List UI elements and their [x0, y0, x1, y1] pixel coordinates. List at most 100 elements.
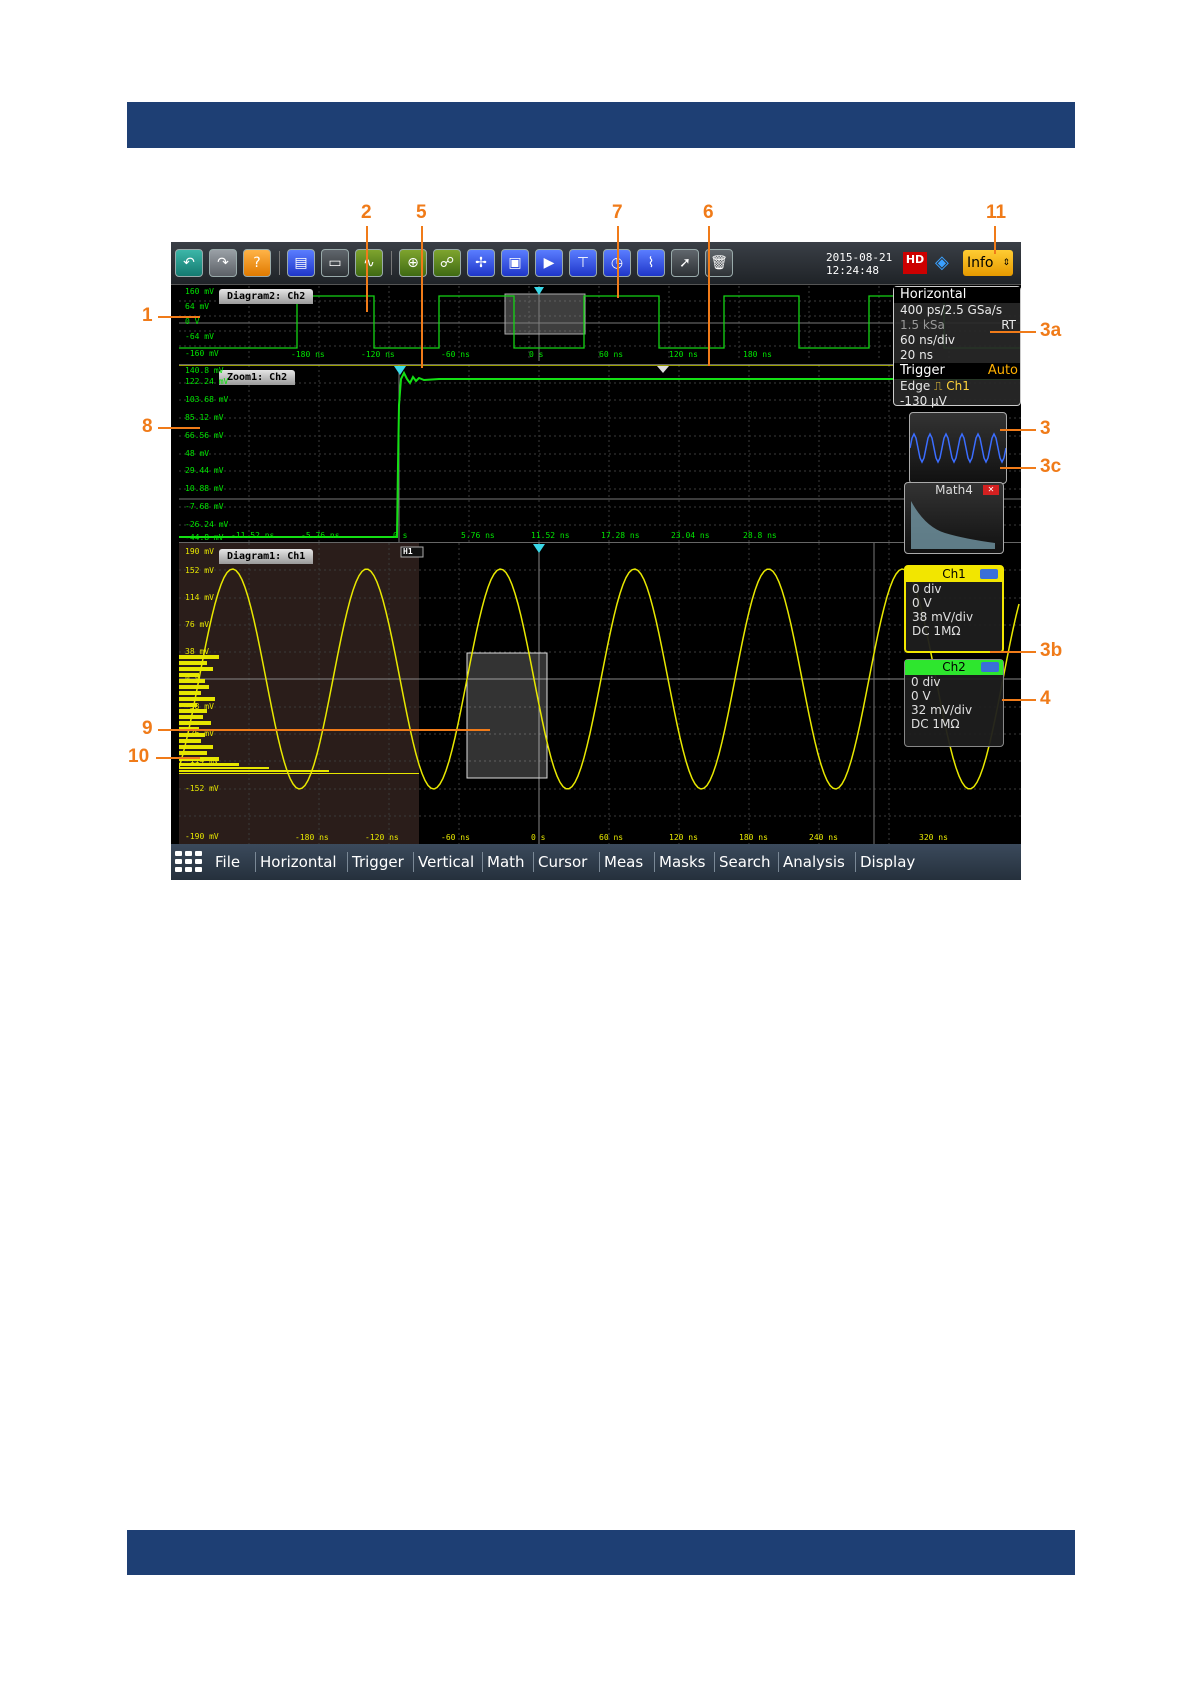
- y-axis-label: 190 mV: [185, 547, 214, 556]
- menu-display[interactable]: Display: [855, 852, 915, 872]
- ch1-signal-icon[interactable]: Ch1 0 div 0 V 38 mV/div DC 1MΩ: [904, 565, 1004, 653]
- diagram1-trigger-marker[interactable]: [533, 544, 545, 553]
- y-axis-label: 103.68 mV: [185, 395, 229, 404]
- ch1-coupling: DC 1MΩ: [912, 624, 961, 638]
- y-axis-label: -26.24 mV: [185, 520, 229, 529]
- measure-icon[interactable]: ⌇: [637, 249, 665, 277]
- callout-1: 1: [142, 305, 153, 326]
- binoculars-icon[interactable]: ☍: [433, 249, 461, 277]
- menu-bar: File Horizontal Trigger Vertical Math Cu…: [171, 844, 1021, 880]
- menu-horizontal[interactable]: Horizontal: [255, 852, 337, 872]
- cursor-icon[interactable]: ⊤: [569, 249, 597, 277]
- menu-math[interactable]: Math: [482, 852, 525, 872]
- y-axis-label: 85.12 mV: [185, 413, 224, 422]
- info-button-label: Info: [967, 255, 994, 271]
- x-axis-label: 11.52 ns: [531, 531, 570, 540]
- position-text: 20 ns: [900, 348, 933, 362]
- menu-masks[interactable]: Masks: [654, 852, 705, 872]
- marker-icon[interactable]: ▶: [535, 249, 563, 277]
- y-axis-label: 66.56 mV: [185, 431, 224, 440]
- ch1-scale: 38 mV/div: [912, 610, 974, 624]
- callout-4: 4: [1040, 688, 1051, 709]
- info-button[interactable]: Info ⇕: [963, 250, 1013, 276]
- callout-8: 8: [142, 416, 153, 437]
- x-axis-label: 120 ns: [669, 833, 698, 842]
- diagram1-panel[interactable]: Diagram1: Ch1 H1 190 mV 152 mV 114 mV 76 mV…: [178, 542, 1021, 844]
- x-axis-label: 60 ns: [599, 833, 624, 842]
- resolution-text: 400 ps/2.5 GSa/s: [900, 303, 1003, 317]
- time-scale-text: 60 ns/div: [900, 333, 956, 347]
- menu-vertical[interactable]: Vertical: [413, 852, 474, 872]
- autoset-icon[interactable]: ∿: [355, 249, 383, 277]
- x-axis-label: 23.04 ns: [671, 531, 710, 540]
- menu-meas[interactable]: Meas: [599, 852, 643, 872]
- x-axis-label: 120 ns: [669, 350, 698, 359]
- signal-icon-preview[interactable]: [909, 412, 1007, 484]
- y-axis-label: 114 mV: [185, 593, 214, 602]
- histogram-measure-rect[interactable]: [466, 652, 548, 779]
- app-grid-icon[interactable]: [175, 851, 203, 873]
- menu-file[interactable]: File: [211, 852, 240, 872]
- trigger-title: Trigger: [900, 363, 945, 378]
- minimize-icon[interactable]: [980, 569, 998, 579]
- math4-signal-icon[interactable]: Math4 ✕: [904, 482, 1004, 554]
- y-axis-label: -64 mV: [185, 332, 214, 341]
- date-time: 2015-08-21 12:24:48: [826, 251, 892, 277]
- zoom-area-rect[interactable]: [504, 293, 586, 335]
- x-axis-label: 17.28 ns: [601, 531, 640, 540]
- callout-3: 3: [1040, 418, 1051, 439]
- menu-analysis[interactable]: Analysis: [778, 852, 845, 872]
- y-axis-label: 29.44 mV: [185, 466, 224, 475]
- date-text: 2015-08-21: [826, 251, 893, 264]
- y-axis-label: 76 mV: [185, 620, 210, 629]
- rising-edge-icon: ⎍: [934, 379, 943, 393]
- memory-icon[interactable]: ▣: [501, 249, 529, 277]
- undo-icon[interactable]: ↶: [175, 249, 203, 277]
- minimize-icon[interactable]: [981, 662, 999, 672]
- ch2-signal-icon[interactable]: Ch2 0 div 0 V 32 mV/div DC 1MΩ: [904, 659, 1004, 747]
- y-axis-label: 140.8 mV: [185, 366, 224, 375]
- save-setup-icon[interactable]: ▤: [287, 249, 315, 277]
- rohde-schwarz-logo-icon: ◈: [935, 252, 949, 273]
- callout-2: 2: [361, 202, 372, 223]
- diagram2-tab[interactable]: Diagram2: Ch2: [219, 289, 314, 304]
- time-text: 12:24:48: [826, 264, 879, 277]
- info-panel[interactable]: Horizontal 400 ps/2.5 GSa/s 1.5 kSa RT 6…: [893, 286, 1021, 408]
- x-axis-label: 0 s: [393, 531, 408, 540]
- y-axis-label: -7.68 mV: [185, 502, 224, 511]
- x-axis-label: 0 s: [531, 833, 546, 842]
- y-axis-label: -44.8 mV: [185, 533, 224, 542]
- menu-search[interactable]: Search: [714, 852, 771, 872]
- x-axis-label: 320 ns: [919, 833, 948, 842]
- toolbar: ↶ ↷ ? ▤ ▭ ∿ ⊕ ☍ ✢ ▣ ▶ ⊤ ◷ ⌇ ➚ 🗑 2015-08-…: [171, 242, 1021, 285]
- help-icon[interactable]: ?: [243, 249, 271, 277]
- callout-3a: 3a: [1040, 320, 1062, 341]
- callout-10: 10: [128, 746, 150, 767]
- callout-3c: 3c: [1040, 456, 1062, 477]
- y-axis-label: -38 mV: [185, 702, 214, 711]
- pointer-icon[interactable]: ➚: [671, 249, 699, 277]
- callout-11: 11: [986, 202, 1007, 223]
- close-icon[interactable]: ✕: [983, 485, 999, 495]
- callout-5: 5: [416, 202, 427, 223]
- open-folder-icon[interactable]: ▭: [321, 249, 349, 277]
- diagram1-tab[interactable]: Diagram1: Ch1: [219, 549, 314, 564]
- hd-badge[interactable]: HD: [903, 252, 927, 274]
- menu-cursor[interactable]: Cursor: [533, 852, 587, 872]
- chevron-updown-icon: ⇕: [1002, 258, 1010, 268]
- zoom1-tab[interactable]: Zoom1: Ch2: [219, 370, 296, 385]
- zoom-position-marker[interactable]: [657, 366, 669, 373]
- ch2-name: Ch2: [942, 660, 966, 674]
- x-axis-label: 0 s: [529, 350, 544, 359]
- x-axis-label: 60 ns: [599, 350, 624, 359]
- y-axis-label: 38 mV: [185, 647, 210, 656]
- redo-icon[interactable]: ↷: [209, 249, 237, 277]
- signal-config-icon[interactable]: ✢: [467, 249, 495, 277]
- horizontal-title: Horizontal: [894, 287, 1020, 303]
- x-axis-label: -120 ns: [365, 833, 399, 842]
- ch1-position: 0 V: [912, 596, 932, 610]
- x-axis-label: 180 ns: [739, 833, 768, 842]
- menu-trigger[interactable]: Trigger: [347, 852, 404, 872]
- y-axis-label: -190 mV: [185, 832, 219, 841]
- y-axis-label: 0 V: [185, 674, 200, 683]
